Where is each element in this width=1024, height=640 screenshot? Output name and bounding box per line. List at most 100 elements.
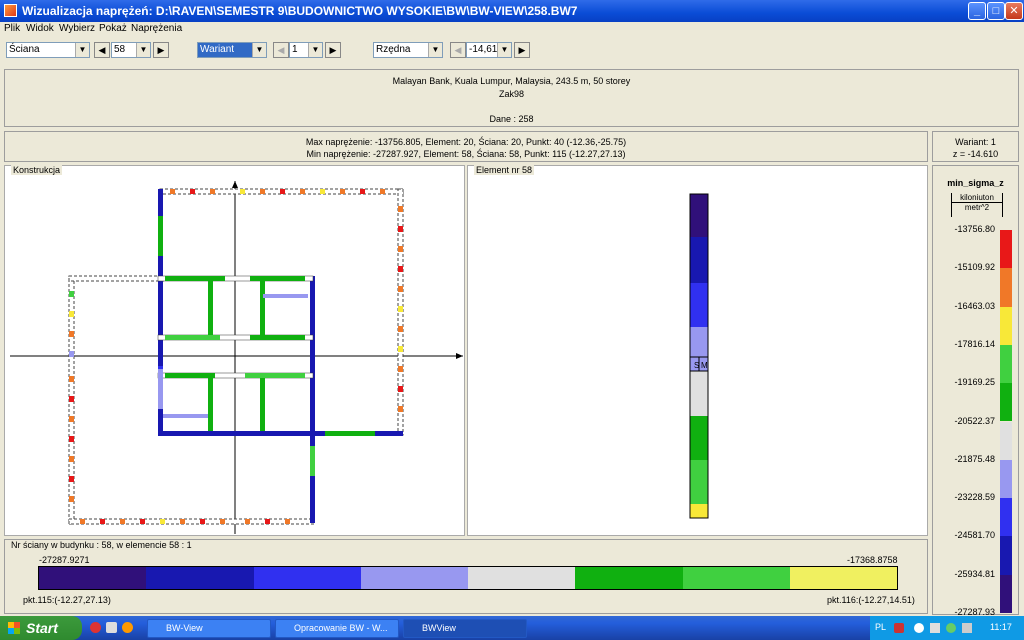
legend-color-swatch xyxy=(1000,230,1012,269)
legend-value: -15109.92 xyxy=(954,262,995,273)
menu-plik[interactable]: Plik xyxy=(4,23,20,34)
mode-select[interactable]: Wariant ▼ xyxy=(197,42,267,58)
element-panel: Element nr 58 S M xyxy=(467,165,928,536)
legend-color-swatch xyxy=(1000,268,1012,307)
legend-color-swatch xyxy=(1000,344,1012,384)
app-icon xyxy=(4,4,17,17)
legend-value: -16463.03 xyxy=(954,300,995,311)
axis-select[interactable]: Rzędna ▼ xyxy=(373,42,443,58)
legend-color-swatch xyxy=(1000,536,1012,575)
windows-logo-icon xyxy=(8,622,20,634)
variant-info-panel: Wariant: 1 z = -14.610 xyxy=(932,131,1019,162)
legend-value: -20522.37 xyxy=(954,415,995,426)
quick-launch-icon[interactable] xyxy=(90,622,101,633)
level-select[interactable]: -14,61 ▼ xyxy=(466,42,512,58)
taskbar-item-label: BW-View xyxy=(166,623,203,633)
strip-segment xyxy=(690,460,708,504)
chevron-down-icon: ▼ xyxy=(428,43,442,57)
next-element-button[interactable]: ▶ xyxy=(153,42,169,58)
quick-launch-icon[interactable] xyxy=(122,622,133,633)
toolbar: Ściana ▼ ◀ 58 ▼ ▶ Wariant ▼ ◀ 1 ▼ ▶ Rzędna ▼ … xyxy=(0,37,1024,65)
level-select-value: -14,61 xyxy=(469,44,498,55)
legend-title: min_sigma_z xyxy=(947,178,1004,188)
variant-select-value: 1 xyxy=(292,44,298,55)
bar-color-segment xyxy=(253,567,361,589)
legend-value: -21875.48 xyxy=(954,453,995,464)
menu-bar: Plik Widok Wybierz Pokaż Naprężenia xyxy=(0,22,1024,36)
strip-segment xyxy=(690,504,708,518)
type-select[interactable]: Ściana ▼ xyxy=(6,42,90,58)
project-code: Zak98 xyxy=(498,89,524,99)
window-title: Wizualizacja naprężeń: D:\RAVEN\SEMESTR … xyxy=(22,4,578,18)
minimize-button[interactable]: _ xyxy=(968,2,986,20)
taskbar-item-bwview[interactable]: BWView xyxy=(403,619,527,638)
close-button[interactable]: ✕ xyxy=(1005,2,1023,20)
bar-color-segment xyxy=(575,567,683,589)
chevron-down-icon: ▼ xyxy=(75,43,89,57)
variant-select[interactable]: 1 ▼ xyxy=(289,42,323,58)
prev-variant-button[interactable]: ◀ xyxy=(273,42,289,58)
system-tray: PL 11:17 xyxy=(870,616,1024,640)
strip-mark-m: M xyxy=(701,361,708,370)
type-select-value: Ściana xyxy=(9,44,40,55)
strip-segment xyxy=(690,283,708,327)
legend-value: -19169.25 xyxy=(954,377,995,388)
legend-value: -25934.81 xyxy=(954,568,995,579)
tray-icon[interactable] xyxy=(914,623,924,633)
menu-pokaz[interactable]: Pokaż xyxy=(99,23,127,34)
taskbar-item-bw-view[interactable]: BW-View xyxy=(147,619,271,638)
element-strip: S M xyxy=(689,193,709,519)
next-variant-button[interactable]: ▶ xyxy=(325,42,341,58)
quick-launch xyxy=(90,620,140,636)
prev-level-button[interactable]: ◀ xyxy=(450,42,466,58)
bar-color-segment xyxy=(789,567,897,589)
strip-segment xyxy=(690,416,708,460)
language-indicator[interactable]: PL xyxy=(875,622,886,632)
tray-icon[interactable] xyxy=(946,623,956,633)
legend-unit: kiloniuton metr^2 xyxy=(951,193,1003,217)
legend-value: -24581.70 xyxy=(954,530,995,541)
menu-wybierz[interactable]: Wybierz xyxy=(59,23,95,34)
mode-select-value: Wariant xyxy=(200,44,235,55)
chevron-down-icon: ▼ xyxy=(308,43,322,57)
legend-color-swatch xyxy=(1000,383,1012,422)
next-level-button[interactable]: ▶ xyxy=(514,42,530,58)
legend-color-bar xyxy=(1000,230,1012,613)
right-point-label: pkt.116:(-12.27,14.51) xyxy=(827,595,915,605)
tray-icon[interactable] xyxy=(894,623,904,633)
legend-value: -17816.14 xyxy=(954,338,995,349)
axis-select-value: Rzędna xyxy=(376,44,411,55)
bar-color-segment xyxy=(468,567,576,589)
variant-text: Wariant: 1 xyxy=(955,137,996,147)
x-axis-arrow xyxy=(456,353,463,359)
wall-stress-bar xyxy=(38,566,898,590)
legend-unit-numerator: kiloniuton xyxy=(952,193,1002,203)
strip-mark-s: S xyxy=(694,361,699,370)
element-select[interactable]: 58 ▼ xyxy=(111,42,151,58)
taskbar-item-label: Opracowanie BW - W... xyxy=(294,623,388,633)
bar-color-segment xyxy=(682,567,790,589)
legend-value: -13756.80 xyxy=(954,224,995,234)
quick-launch-icon[interactable] xyxy=(106,622,117,633)
taskbar-item-label: BWView xyxy=(422,623,456,633)
tray-icon[interactable] xyxy=(930,623,940,633)
speaker-icon[interactable] xyxy=(962,623,972,633)
prev-element-button[interactable]: ◀ xyxy=(94,42,110,58)
legend-color-swatch xyxy=(1000,421,1012,460)
start-label: Start xyxy=(26,620,58,636)
min-stress-text: Min naprężenie: -27287.927, Element: 58,… xyxy=(306,149,626,159)
wall-stress-bar-panel: Nr ściany w budynku : 58, w elemencie 58… xyxy=(4,539,928,614)
data-id: Dane : 258 xyxy=(489,114,534,124)
y-axis-arrow xyxy=(232,181,238,188)
start-button[interactable]: Start xyxy=(0,616,82,640)
stress-summary-panel: Max naprężenie: -13756.805, Element: 20,… xyxy=(4,131,928,162)
bar-max-value: -17368.8758 xyxy=(847,555,898,565)
legend-color-swatch xyxy=(1000,574,1012,613)
menu-widok[interactable]: Widok xyxy=(26,23,54,34)
menu-naprezenia[interactable]: Naprężenia xyxy=(131,23,182,34)
strip-segment xyxy=(690,237,708,283)
max-stress-text: Max naprężenie: -13756.805, Element: 20,… xyxy=(305,137,627,147)
project-info-panel: Malayan Bank, Kuala Lumpur, Malaysia, 24… xyxy=(4,69,1019,127)
taskbar-item-opracowanie[interactable]: Opracowanie BW - W... xyxy=(275,619,399,638)
maximize-button[interactable]: □ xyxy=(987,2,1005,20)
